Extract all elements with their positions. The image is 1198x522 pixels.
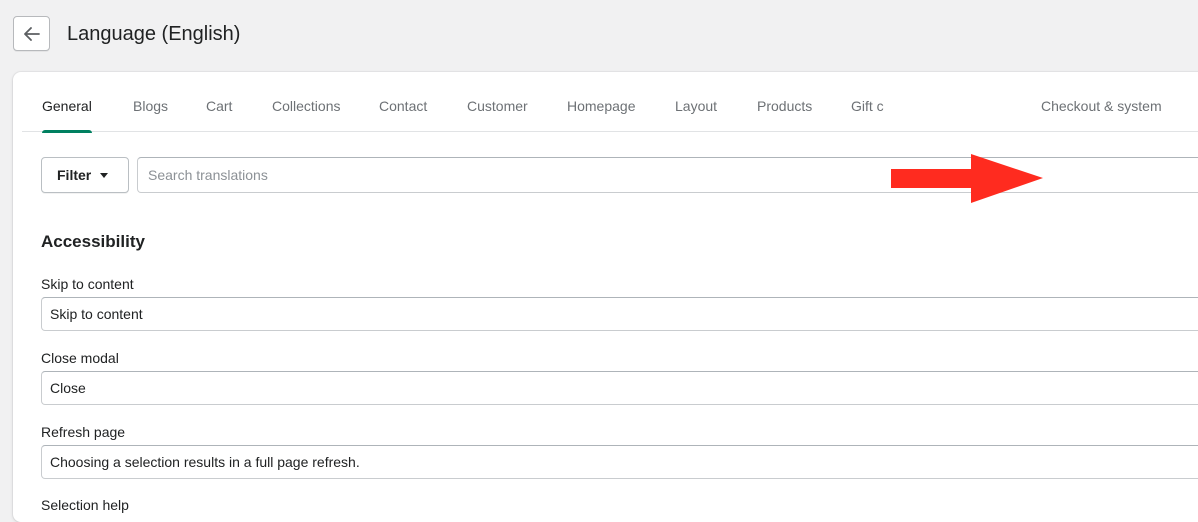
field-label-close-modal: Close modal bbox=[41, 350, 119, 366]
field-label-skip-to-content: Skip to content bbox=[41, 276, 134, 292]
tab-products[interactable]: Products bbox=[757, 72, 812, 132]
tab-cart[interactable]: Cart bbox=[206, 72, 232, 132]
tab-collections[interactable]: Collections bbox=[272, 72, 340, 132]
tab-bar: General Blogs Cart Collections Contact C… bbox=[22, 72, 1198, 133]
tab-checkout-system[interactable]: Checkout & system bbox=[1041, 72, 1162, 132]
annotation-arrow-icon bbox=[891, 154, 1043, 203]
field-label-refresh-page: Refresh page bbox=[41, 424, 126, 440]
arrow-left-icon bbox=[23, 26, 40, 41]
field-label-selection-help: Selection help bbox=[41, 497, 129, 513]
section-title: Accessibility bbox=[41, 232, 145, 251]
tab-layout[interactable]: Layout bbox=[675, 72, 717, 132]
tab-general[interactable]: General bbox=[42, 72, 92, 133]
tab-contact[interactable]: Contact bbox=[379, 72, 427, 132]
translation-card: General Blogs Cart Collections Contact C… bbox=[13, 72, 1198, 522]
back-button[interactable] bbox=[13, 16, 50, 51]
close-modal-input[interactable] bbox=[41, 371, 1198, 405]
skip-to-content-input[interactable] bbox=[41, 297, 1198, 331]
refresh-page-input[interactable] bbox=[41, 445, 1198, 479]
tab-blogs[interactable]: Blogs bbox=[133, 72, 168, 132]
tab-customer[interactable]: Customer bbox=[467, 72, 528, 132]
caret-down-icon bbox=[100, 172, 109, 178]
filter-button-label: Filter bbox=[57, 167, 92, 183]
tab-gift-cards[interactable]: Gift c bbox=[851, 72, 884, 132]
page-title: Language (English) bbox=[67, 23, 241, 45]
page-header: Language (English) bbox=[0, 0, 1198, 72]
tab-homepage[interactable]: Homepage bbox=[567, 72, 636, 132]
filter-button[interactable]: Filter bbox=[41, 157, 129, 193]
